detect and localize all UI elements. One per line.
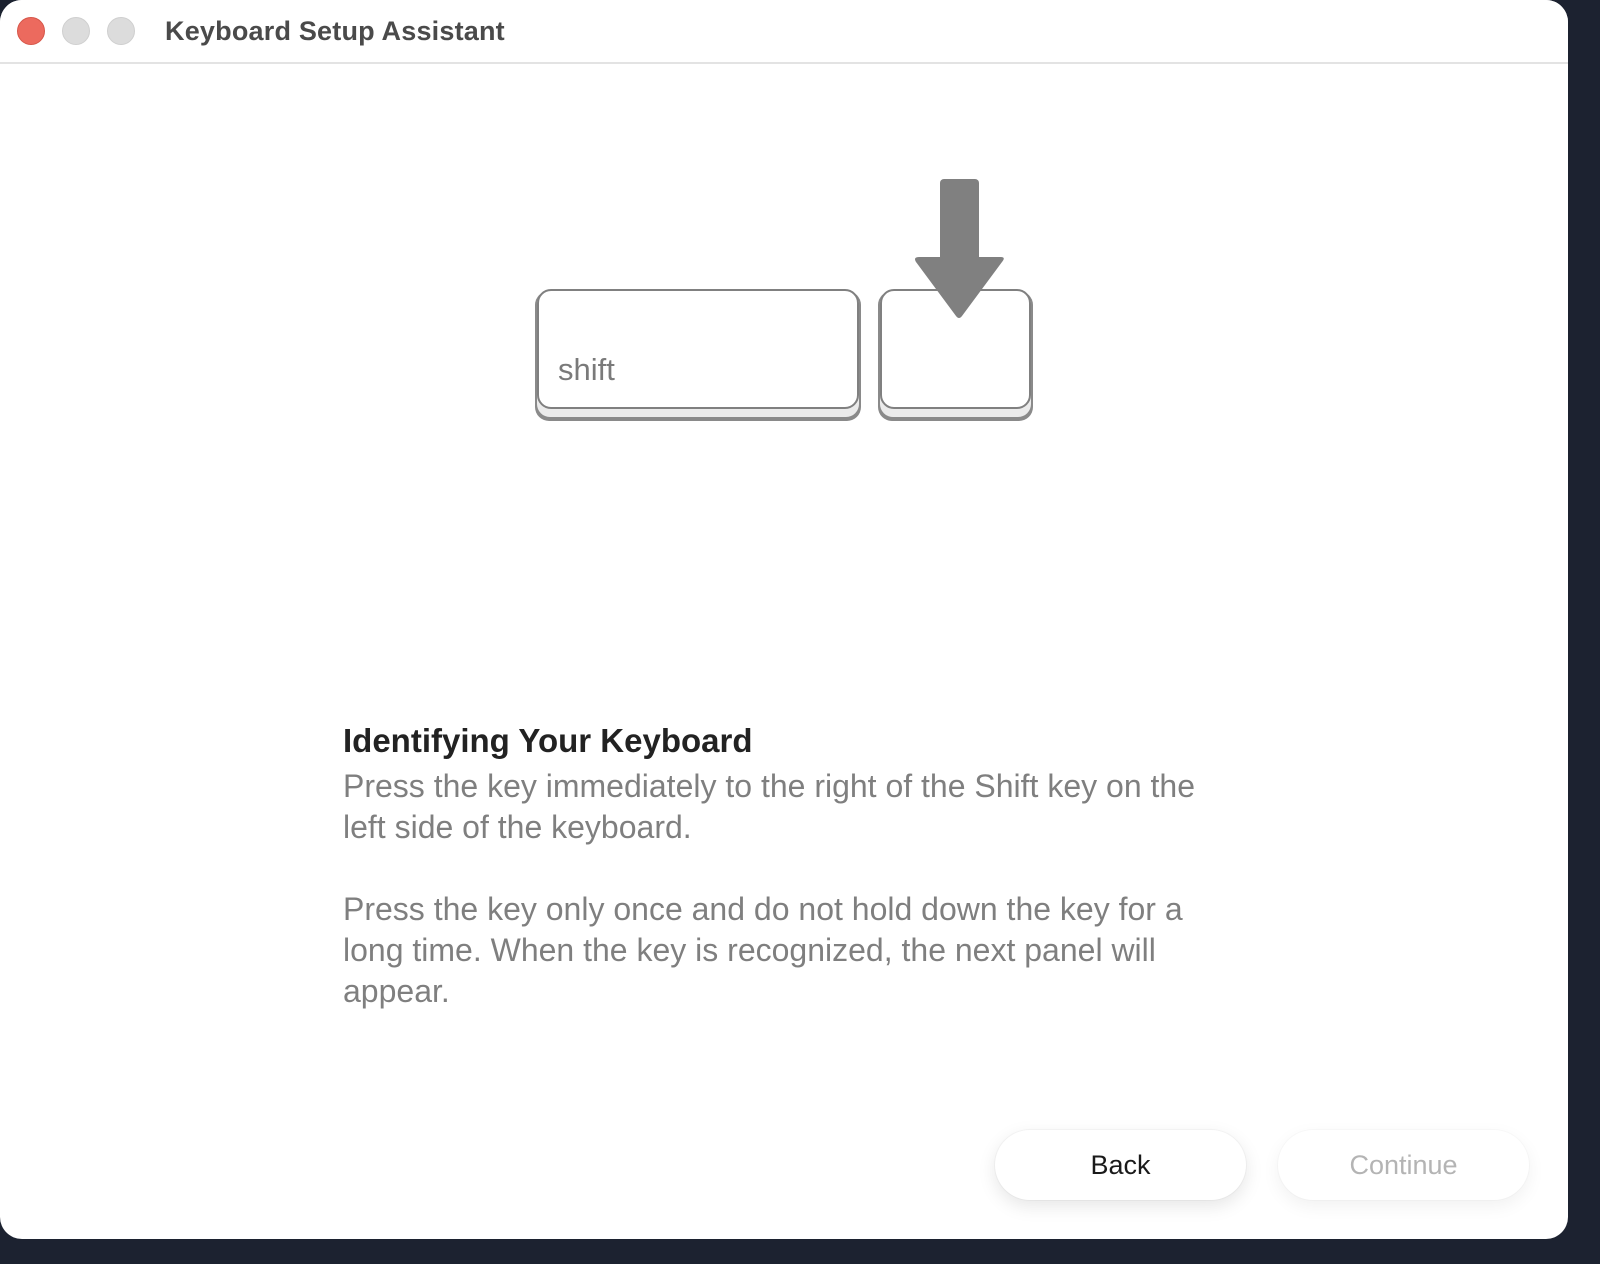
shift-key-illustration: shift xyxy=(535,289,861,421)
shift-key-label: shift xyxy=(558,352,615,387)
zoom-window-button[interactable] xyxy=(107,17,135,45)
back-button[interactable]: Back xyxy=(995,1130,1246,1200)
title-bar: Keyboard Setup Assistant xyxy=(0,0,1568,64)
instructions-panel: Identifying Your Keyboard Press the key … xyxy=(343,720,1243,1012)
continue-button[interactable]: Continue xyxy=(1278,1130,1529,1200)
close-window-button[interactable] xyxy=(17,17,45,45)
window-title: Keyboard Setup Assistant xyxy=(165,16,505,46)
instructions-heading: Identifying Your Keyboard xyxy=(343,722,753,759)
instructions-paragraph-2: Press the key only once and do not hold … xyxy=(343,891,1183,1009)
keyboard-setup-window: Keyboard Setup Assistant shift Identifyi… xyxy=(0,0,1568,1239)
keyboard-illustration: shift xyxy=(530,175,1040,440)
minimize-window-button[interactable] xyxy=(62,17,90,45)
instructions-paragraph-1: Press the key immediately to the right o… xyxy=(343,768,1195,845)
